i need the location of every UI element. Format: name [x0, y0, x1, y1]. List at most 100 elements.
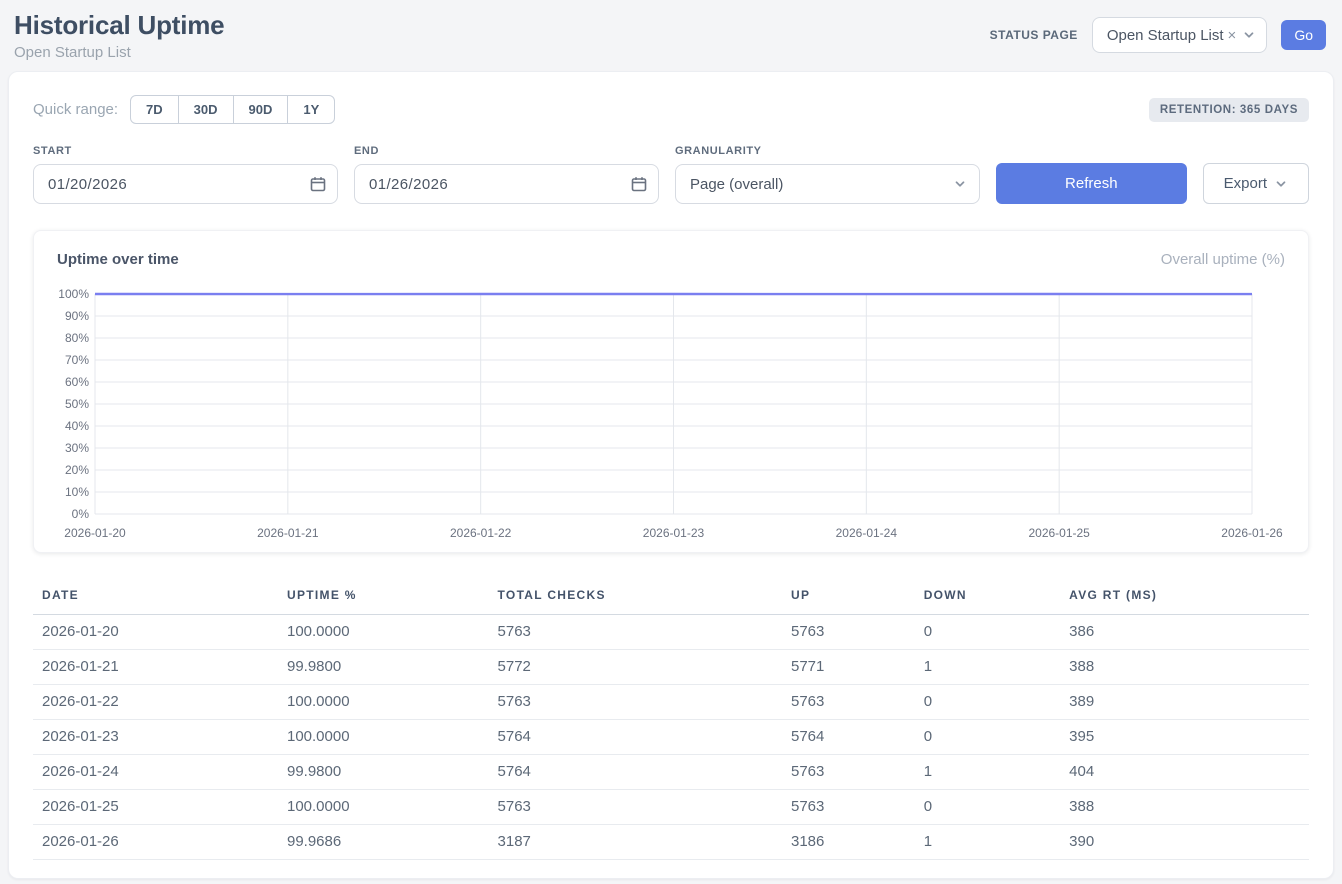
- export-button[interactable]: Export: [1203, 163, 1309, 204]
- chart-title: Uptime over time: [57, 251, 179, 268]
- granularity-select[interactable]: Page (overall): [675, 164, 980, 204]
- quick-range-1y[interactable]: 1Y: [287, 95, 335, 124]
- table-row: 2026-01-25100.0000576357630388: [33, 790, 1309, 825]
- table-cell: 5764: [489, 755, 782, 790]
- chart-header: Uptime over time Overall uptime (%): [57, 251, 1285, 268]
- svg-text:90%: 90%: [65, 309, 89, 323]
- status-page-control: STATUS PAGE Open Startup List × Go: [990, 17, 1326, 53]
- table-cell: 0: [915, 720, 1060, 755]
- svg-text:20%: 20%: [65, 463, 89, 477]
- table-header-row: DATEUPTIME %TOTAL CHECKSUPDOWNAVG RT (MS…: [33, 577, 1309, 615]
- quick-range-7d[interactable]: 7D: [130, 95, 179, 124]
- quick-range-label: Quick range:: [33, 101, 118, 118]
- table-cell: 388: [1060, 790, 1309, 825]
- uptime-chart: 0% 10% 20% 30% 40% 50% 60% 70% 80% 90% 100% 2026-01…: [57, 284, 1285, 542]
- filters-row: START END GRANULARITY Page (overall): [33, 145, 1309, 204]
- table-cell: 1: [915, 755, 1060, 790]
- end-date-input[interactable]: [354, 164, 659, 204]
- table-cell: 100.0000: [278, 790, 489, 825]
- quick-range-30d[interactable]: 30D: [178, 95, 234, 124]
- table-cell: 99.9686: [278, 825, 489, 860]
- svg-text:2026-01-22: 2026-01-22: [450, 526, 512, 540]
- svg-text:40%: 40%: [65, 419, 89, 433]
- table-cell: 5763: [782, 685, 915, 720]
- chevron-down-icon: [1274, 177, 1288, 191]
- table-cell: 388: [1060, 650, 1309, 685]
- granularity-label: GRANULARITY: [675, 145, 980, 157]
- table-cell: 395: [1060, 720, 1309, 755]
- status-page-value: Open Startup List: [1107, 27, 1224, 44]
- title-block: Historical Uptime Open Startup List: [14, 10, 224, 61]
- table-cell: 5763: [489, 790, 782, 825]
- toolbar-row: Quick range: 7D30D90D1Y RETENTION: 365 D…: [33, 95, 1309, 124]
- table-cell: 2026-01-22: [33, 685, 278, 720]
- table-body: 2026-01-20100.00005763576303862026-01-21…: [33, 615, 1309, 860]
- svg-text:30%: 30%: [65, 441, 89, 455]
- svg-text:50%: 50%: [65, 397, 89, 411]
- table-cell: 99.9800: [278, 650, 489, 685]
- table-cell: 2026-01-23: [33, 720, 278, 755]
- table-cell: 5772: [489, 650, 782, 685]
- retention-badge: RETENTION: 365 DAYS: [1149, 98, 1309, 122]
- table-cell: 5764: [489, 720, 782, 755]
- table-cell: 3186: [782, 825, 915, 860]
- table-cell: 3187: [489, 825, 782, 860]
- granularity-field: GRANULARITY Page (overall): [675, 145, 980, 204]
- column-header: DATE: [33, 577, 278, 615]
- table-cell: 5763: [782, 615, 915, 650]
- table-cell: 390: [1060, 825, 1309, 860]
- page-title: Historical Uptime: [14, 10, 224, 41]
- table-cell: 5763: [489, 615, 782, 650]
- table-cell: 2026-01-21: [33, 650, 278, 685]
- svg-text:70%: 70%: [65, 353, 89, 367]
- table-head: DATEUPTIME %TOTAL CHECKSUPDOWNAVG RT (MS…: [33, 577, 1309, 615]
- quick-range-90d[interactable]: 90D: [233, 95, 289, 124]
- table-row: 2026-01-2499.9800576457631404: [33, 755, 1309, 790]
- chevron-down-icon: [953, 177, 967, 191]
- end-date-label: END: [354, 145, 659, 157]
- table-row: 2026-01-20100.0000576357630386: [33, 615, 1309, 650]
- svg-text:80%: 80%: [65, 331, 89, 345]
- table-cell: 5763: [489, 685, 782, 720]
- table-cell: 5771: [782, 650, 915, 685]
- table-cell: 0: [915, 790, 1060, 825]
- column-header: TOTAL CHECKS: [489, 577, 782, 615]
- table-cell: 100.0000: [278, 615, 489, 650]
- table-cell: 5764: [782, 720, 915, 755]
- start-date-field: START: [33, 145, 338, 204]
- svg-text:2026-01-24: 2026-01-24: [836, 526, 898, 540]
- column-header: UP: [782, 577, 915, 615]
- calendar-icon[interactable]: [631, 176, 647, 192]
- status-page-select[interactable]: Open Startup List ×: [1092, 17, 1268, 53]
- svg-text:100%: 100%: [58, 287, 89, 301]
- table-cell: 386: [1060, 615, 1309, 650]
- chart-legend: Overall uptime (%): [1161, 251, 1285, 268]
- table-row: 2026-01-22100.0000576357630389: [33, 685, 1309, 720]
- svg-text:2026-01-21: 2026-01-21: [257, 526, 319, 540]
- calendar-icon[interactable]: [310, 176, 326, 192]
- svg-text:2026-01-23: 2026-01-23: [643, 526, 705, 540]
- column-header: UPTIME %: [278, 577, 489, 615]
- chart-card: Uptime over time Overall uptime (%) 0% 10…: [33, 230, 1309, 553]
- page-subtitle: Open Startup List: [14, 44, 224, 61]
- table-cell: 1: [915, 650, 1060, 685]
- table-cell: 2026-01-20: [33, 615, 278, 650]
- end-date-field: END: [354, 145, 659, 204]
- column-header: DOWN: [915, 577, 1060, 615]
- table-cell: 389: [1060, 685, 1309, 720]
- granularity-value: Page (overall): [690, 176, 783, 193]
- end-date-wrap: [354, 164, 659, 204]
- svg-text:10%: 10%: [65, 485, 89, 499]
- table-row: 2026-01-2699.9686318731861390: [33, 825, 1309, 860]
- uptime-table: DATEUPTIME %TOTAL CHECKSUPDOWNAVG RT (MS…: [33, 577, 1309, 860]
- table-cell: 0: [915, 685, 1060, 720]
- table-row: 2026-01-23100.0000576457640395: [33, 720, 1309, 755]
- go-button[interactable]: Go: [1281, 20, 1326, 50]
- refresh-button[interactable]: Refresh: [996, 163, 1187, 204]
- start-date-input[interactable]: [33, 164, 338, 204]
- clear-selection-icon[interactable]: ×: [1228, 27, 1237, 44]
- svg-text:0%: 0%: [72, 507, 90, 521]
- main-panel: Quick range: 7D30D90D1Y RETENTION: 365 D…: [8, 71, 1334, 879]
- svg-text:60%: 60%: [65, 375, 89, 389]
- table-cell: 2026-01-26: [33, 825, 278, 860]
